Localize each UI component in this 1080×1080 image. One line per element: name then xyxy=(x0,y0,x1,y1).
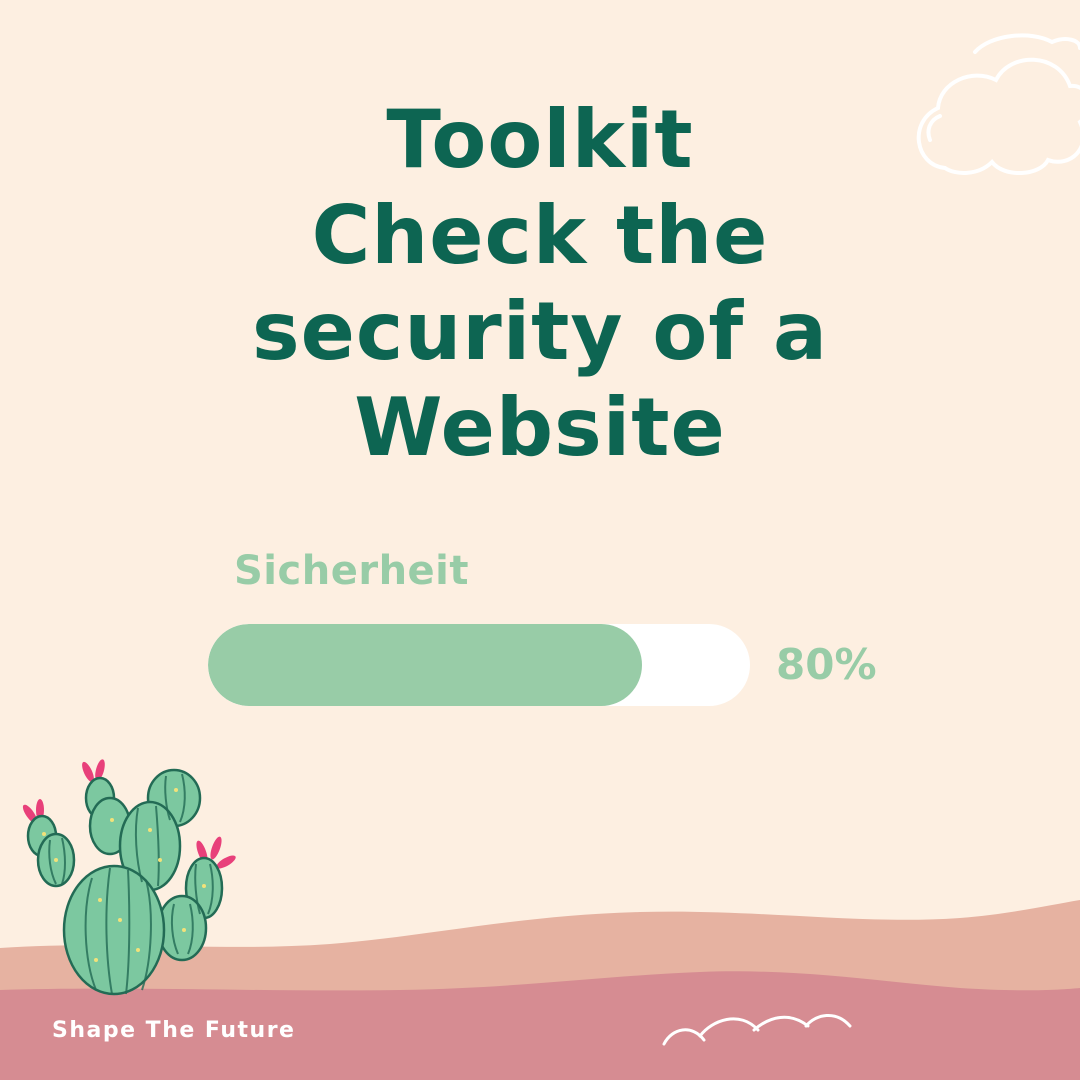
progress-bar xyxy=(208,624,750,706)
page-title: Toolkit Check the security of a Website xyxy=(140,92,940,476)
title-line-3: security of a xyxy=(252,285,828,378)
title-line-1: Toolkit xyxy=(386,93,694,186)
progress-fill xyxy=(208,624,642,706)
progress-value: 80% xyxy=(776,640,877,689)
cloud-icon xyxy=(916,33,1080,176)
title-line-4: Website xyxy=(354,381,726,474)
brand-footer: Shape The Future xyxy=(52,1018,296,1043)
progress-label: Sicherheit xyxy=(234,548,469,594)
title-line-2: Check the xyxy=(311,189,769,282)
